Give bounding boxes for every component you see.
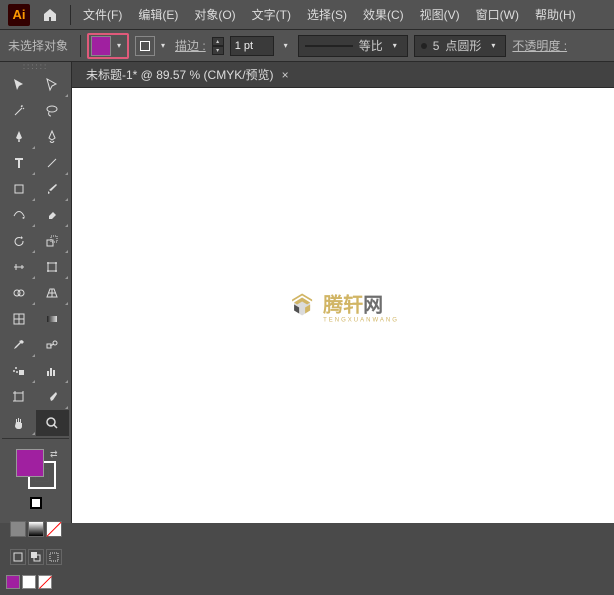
menu-type[interactable]: 文字(T)	[244, 2, 299, 27]
stroke-label[interactable]: 描边 :	[175, 37, 206, 54]
stroke-color-swatch[interactable]	[135, 36, 155, 56]
toolbox-panel: ::::::	[0, 62, 72, 523]
default-fill-stroke-icon[interactable]	[30, 497, 42, 509]
curvature-tool[interactable]	[36, 124, 70, 150]
fill-dropdown-icon[interactable]: ▾	[113, 41, 125, 50]
direct-selection-tool[interactable]	[36, 72, 70, 98]
width-tool[interactable]	[2, 254, 36, 280]
stroke-profile[interactable]: 等比 ▾	[298, 35, 408, 57]
shaper-tool[interactable]	[2, 202, 36, 228]
rectangle-tool[interactable]	[2, 176, 36, 202]
document-tab[interactable]: 未标题-1* @ 89.57 % (CMYK/预览) ×	[78, 63, 297, 86]
swap-fill-stroke-icon[interactable]: ⇄	[50, 449, 58, 460]
draw-behind-icon[interactable]	[28, 549, 44, 565]
screen-mode-swatch-3[interactable]	[38, 575, 52, 589]
mesh-tool[interactable]	[2, 306, 36, 332]
color-mode-icon[interactable]	[10, 521, 26, 537]
selection-status: 未选择对象	[8, 37, 68, 54]
paintbrush-tool[interactable]	[36, 176, 70, 202]
line-tool[interactable]	[36, 150, 70, 176]
close-tab-icon[interactable]: ×	[282, 68, 289, 82]
screen-mode-swatch-1[interactable]	[6, 575, 20, 589]
perspective-tool[interactable]	[36, 280, 70, 306]
slice-tool[interactable]	[36, 384, 70, 410]
draw-normal-icon[interactable]	[10, 549, 26, 565]
menu-object[interactable]: 对象(O)	[186, 2, 243, 27]
screen-mode-swatch-2[interactable]	[22, 575, 36, 589]
pen-tool[interactable]	[2, 124, 36, 150]
watermark-logo-icon	[287, 291, 317, 321]
stroke-weight-field[interactable]: 1 pt	[230, 36, 274, 56]
rotate-tool[interactable]	[2, 228, 36, 254]
menu-select[interactable]: 选择(S)	[299, 2, 355, 27]
app-logo: Ai	[8, 4, 30, 26]
brush-label: 点圆形	[445, 37, 481, 54]
menu-file[interactable]: 文件(F)	[75, 2, 130, 27]
watermark: 腾轩网 TENGXUANWANG	[287, 288, 399, 323]
draw-inside-icon[interactable]	[46, 549, 62, 565]
brush-definition[interactable]: 5 点圆形 ▾	[414, 35, 507, 57]
selection-tool[interactable]	[2, 72, 36, 98]
eyedropper-tool[interactable]	[2, 332, 36, 358]
panel-grip-icon[interactable]: ::::::	[0, 62, 71, 70]
brush-size: 5	[433, 39, 440, 53]
symbol-sprayer-tool[interactable]	[2, 358, 36, 384]
stroke-dropdown-icon[interactable]: ▾	[157, 41, 169, 50]
free-transform-tool[interactable]	[36, 254, 70, 280]
opacity-label[interactable]: 不透明度 :	[512, 37, 567, 54]
artboard-tool[interactable]	[2, 384, 36, 410]
none-mode-icon[interactable]	[46, 521, 62, 537]
blend-tool[interactable]	[36, 332, 70, 358]
document-tab-title: 未标题-1* @ 89.57 % (CMYK/预览)	[86, 66, 274, 83]
menu-help[interactable]: 帮助(H)	[527, 2, 584, 27]
menu-window[interactable]: 窗口(W)	[468, 2, 527, 27]
fill-color-highlighted: ▾	[87, 33, 129, 59]
stroke-weight-stepper[interactable]: ▴▾	[212, 37, 224, 55]
gradient-mode-icon[interactable]	[28, 521, 44, 537]
lasso-tool[interactable]	[36, 98, 70, 124]
menu-view[interactable]: 视图(V)	[412, 2, 468, 27]
magic-wand-tool[interactable]	[2, 98, 36, 124]
home-icon[interactable]	[40, 5, 60, 25]
menu-effect[interactable]: 效果(C)	[355, 2, 412, 27]
menu-edit[interactable]: 编辑(E)	[130, 2, 186, 27]
fill-stroke-swatches[interactable]: ⇄	[16, 449, 56, 489]
fill-swatch-large[interactable]	[16, 449, 44, 477]
stroke-weight-dropdown-icon[interactable]: ▾	[280, 41, 292, 50]
zoom-tool[interactable]	[36, 410, 70, 436]
scale-tool[interactable]	[36, 228, 70, 254]
eraser-tool[interactable]	[36, 202, 70, 228]
canvas-area[interactable]: 腾轩网 TENGXUANWANG	[72, 88, 614, 523]
stroke-profile-label: 等比	[359, 37, 383, 54]
hand-tool[interactable]	[2, 410, 36, 436]
fill-color-swatch[interactable]	[91, 36, 111, 56]
column-graph-tool[interactable]	[36, 358, 70, 384]
shape-builder-tool[interactable]	[2, 280, 36, 306]
type-tool[interactable]	[2, 150, 36, 176]
gradient-tool[interactable]	[36, 306, 70, 332]
